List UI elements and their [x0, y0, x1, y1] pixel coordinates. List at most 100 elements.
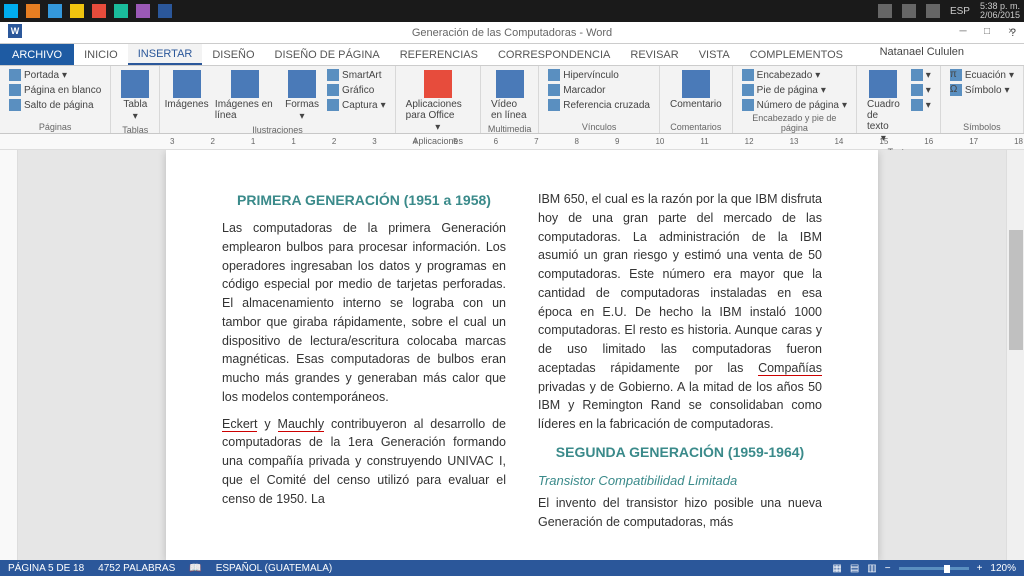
- comentario-button[interactable]: Comentario: [666, 68, 726, 112]
- wordart-icon: [911, 69, 923, 81]
- titlebar: W Generación de las Computadoras - Word …: [0, 22, 1024, 44]
- document-area: PRIMERA GENERACIÓN (1951 a 1958) Las com…: [18, 150, 1006, 560]
- vertical-ruler[interactable]: [0, 150, 18, 560]
- document-title: Generación de las Computadoras - Word: [412, 27, 612, 39]
- tab-referencias[interactable]: REFERENCIAS: [390, 44, 488, 65]
- paragraph: Las computadoras de la primera Generació…: [222, 219, 506, 407]
- apps-office-button[interactable]: Aplicaciones para Office ▾: [402, 68, 474, 135]
- tab-diseno-pagina[interactable]: DISEÑO DE PÁGINA: [265, 44, 390, 65]
- zoom-out-button[interactable]: −: [885, 563, 891, 574]
- word-icon: W: [8, 24, 22, 38]
- group-aplicaciones: Aplicaciones para Office ▾ Aplicaciones: [396, 66, 481, 133]
- group-comentarios: Comentario Comentarios: [660, 66, 733, 133]
- tab-revisar[interactable]: REVISAR: [620, 44, 688, 65]
- video-button[interactable]: Vídeo en línea: [487, 68, 532, 123]
- language-indicator[interactable]: ESPAÑOL (GUATEMALA): [216, 563, 333, 574]
- marcador-button[interactable]: Marcador: [545, 83, 653, 97]
- spellcheck-underline: Mauchly: [278, 417, 325, 432]
- tray-icon[interactable]: [902, 4, 916, 18]
- group-encabezado: Encabezado ▾ Pie de página ▾ Número de p…: [733, 66, 857, 133]
- heading-gen2: SEGUNDA GENERACIÓN (1959-1964): [538, 442, 822, 463]
- column-right: IBM 650, el cual es la razón por la que …: [538, 190, 822, 540]
- group-multimedia: Vídeo en línea Multimedia: [481, 66, 539, 133]
- table-icon: [121, 70, 149, 98]
- group-ilustraciones: Imágenes Imágenes en línea Formas ▾ Smar…: [160, 66, 395, 133]
- tab-complementos[interactable]: COMPLEMENTOS: [740, 44, 853, 65]
- app-icon[interactable]: [136, 4, 150, 18]
- tab-correspondencia[interactable]: CORRESPONDENCIA: [488, 44, 620, 65]
- zoom-in-button[interactable]: +: [977, 563, 983, 574]
- lang-indicator[interactable]: ESP: [950, 6, 970, 17]
- view-print-layout-icon[interactable]: ▦: [832, 563, 841, 574]
- word-count[interactable]: 4752 PALABRAS: [98, 563, 175, 574]
- captura-button[interactable]: Captura ▾: [324, 98, 389, 112]
- minimize-button[interactable]: ─: [954, 26, 972, 40]
- cuadro-texto-button[interactable]: Cuadro de texto ▾: [863, 68, 904, 146]
- portada-button[interactable]: Portada ▾: [6, 68, 104, 82]
- symbol-icon: Ω: [950, 84, 962, 96]
- referencia-cruzada-button[interactable]: Referencia cruzada: [545, 98, 653, 112]
- tray-icon[interactable]: [878, 4, 892, 18]
- simbolo-button[interactable]: ΩSímbolo ▾: [947, 83, 1017, 97]
- blank-page-icon: [9, 84, 21, 96]
- start-icon[interactable]: [4, 4, 18, 18]
- group-paginas: Portada ▾ Página en blanco Salto de pági…: [0, 66, 111, 133]
- comment-icon: [682, 70, 710, 98]
- grafico-button[interactable]: Gráfico: [324, 83, 389, 97]
- page[interactable]: PRIMERA GENERACIÓN (1951 a 1958) Las com…: [166, 150, 878, 560]
- group-tablas: Tabla ▾ Tablas: [111, 66, 160, 133]
- wordart-button[interactable]: ▾: [908, 68, 934, 82]
- vertical-scrollbar[interactable]: [1006, 150, 1024, 560]
- tab-inicio[interactable]: INICIO: [74, 44, 128, 65]
- account-name[interactable]: Natanael Cululen: [880, 46, 964, 58]
- ecuacion-button[interactable]: πEcuación ▾: [947, 68, 1017, 82]
- paragraph: El invento del transistor hizo posible u…: [538, 494, 822, 532]
- app-icon[interactable]: [48, 4, 62, 18]
- smartart-icon: [327, 69, 339, 81]
- imagenes-button[interactable]: Imágenes: [166, 68, 207, 112]
- view-read-mode-icon[interactable]: ▤: [850, 563, 859, 574]
- tab-diseno[interactable]: DISEÑO: [202, 44, 264, 65]
- scroll-thumb[interactable]: [1009, 230, 1023, 350]
- shapes-icon: [288, 70, 316, 98]
- spellcheck-underline: Eckert: [222, 417, 257, 432]
- online-pictures-icon: [231, 70, 259, 98]
- statusbar: PÁGINA 5 DE 18 4752 PALABRAS 📖 ESPAÑOL (…: [0, 560, 1024, 576]
- app-icon[interactable]: [26, 4, 40, 18]
- pie-pagina-button[interactable]: Pie de página ▾: [739, 83, 850, 97]
- proofing-icon[interactable]: 📖: [189, 563, 201, 574]
- app-icon[interactable]: [70, 4, 84, 18]
- clock[interactable]: 5:38 p. m.2/06/2015: [980, 2, 1020, 20]
- hipervinculo-button[interactable]: Hipervínculo: [545, 68, 653, 82]
- app-icon[interactable]: [158, 4, 172, 18]
- salto-pagina-button[interactable]: Salto de página: [6, 98, 104, 112]
- numero-pagina-button[interactable]: Número de página ▾: [739, 98, 850, 112]
- zoom-level[interactable]: 120%: [990, 563, 1016, 574]
- dropcap-button[interactable]: ▾: [908, 83, 934, 97]
- page-indicator[interactable]: PÁGINA 5 DE 18: [8, 563, 84, 574]
- ribbon-tabs: ARCHIVO INICIO INSERTAR DISEÑO DISEÑO DE…: [0, 44, 1024, 66]
- app-icon[interactable]: [114, 4, 128, 18]
- file-tab[interactable]: ARCHIVO: [0, 44, 74, 65]
- zoom-slider-thumb[interactable]: [944, 565, 950, 573]
- smartart-button[interactable]: SmartArt: [324, 68, 389, 82]
- pagina-blanco-button[interactable]: Página en blanco: [6, 83, 104, 97]
- tab-insertar[interactable]: INSERTAR: [128, 44, 203, 65]
- close-button[interactable]: ×: [1002, 26, 1020, 40]
- imagenes-online-button[interactable]: Imágenes en línea: [211, 68, 280, 123]
- formas-button[interactable]: Formas ▾: [284, 68, 320, 124]
- encabezado-button[interactable]: Encabezado ▾: [739, 68, 850, 82]
- tab-vista[interactable]: VISTA: [689, 44, 740, 65]
- equation-icon: π: [950, 69, 962, 81]
- volume-icon[interactable]: [926, 4, 940, 18]
- app-icon[interactable]: [92, 4, 106, 18]
- view-web-layout-icon[interactable]: ▥: [867, 563, 876, 574]
- column-left: PRIMERA GENERACIÓN (1951 a 1958) Las com…: [222, 190, 506, 540]
- object-button[interactable]: ▾: [908, 98, 934, 112]
- pictures-icon: [173, 70, 201, 98]
- group-texto: Cuadro de texto ▾ ▾ ▾ ▾ Texto: [857, 66, 941, 133]
- zoom-slider[interactable]: [899, 567, 969, 570]
- footer-icon: [742, 84, 754, 96]
- restore-button[interactable]: □: [978, 26, 996, 40]
- tabla-button[interactable]: Tabla ▾: [117, 68, 153, 124]
